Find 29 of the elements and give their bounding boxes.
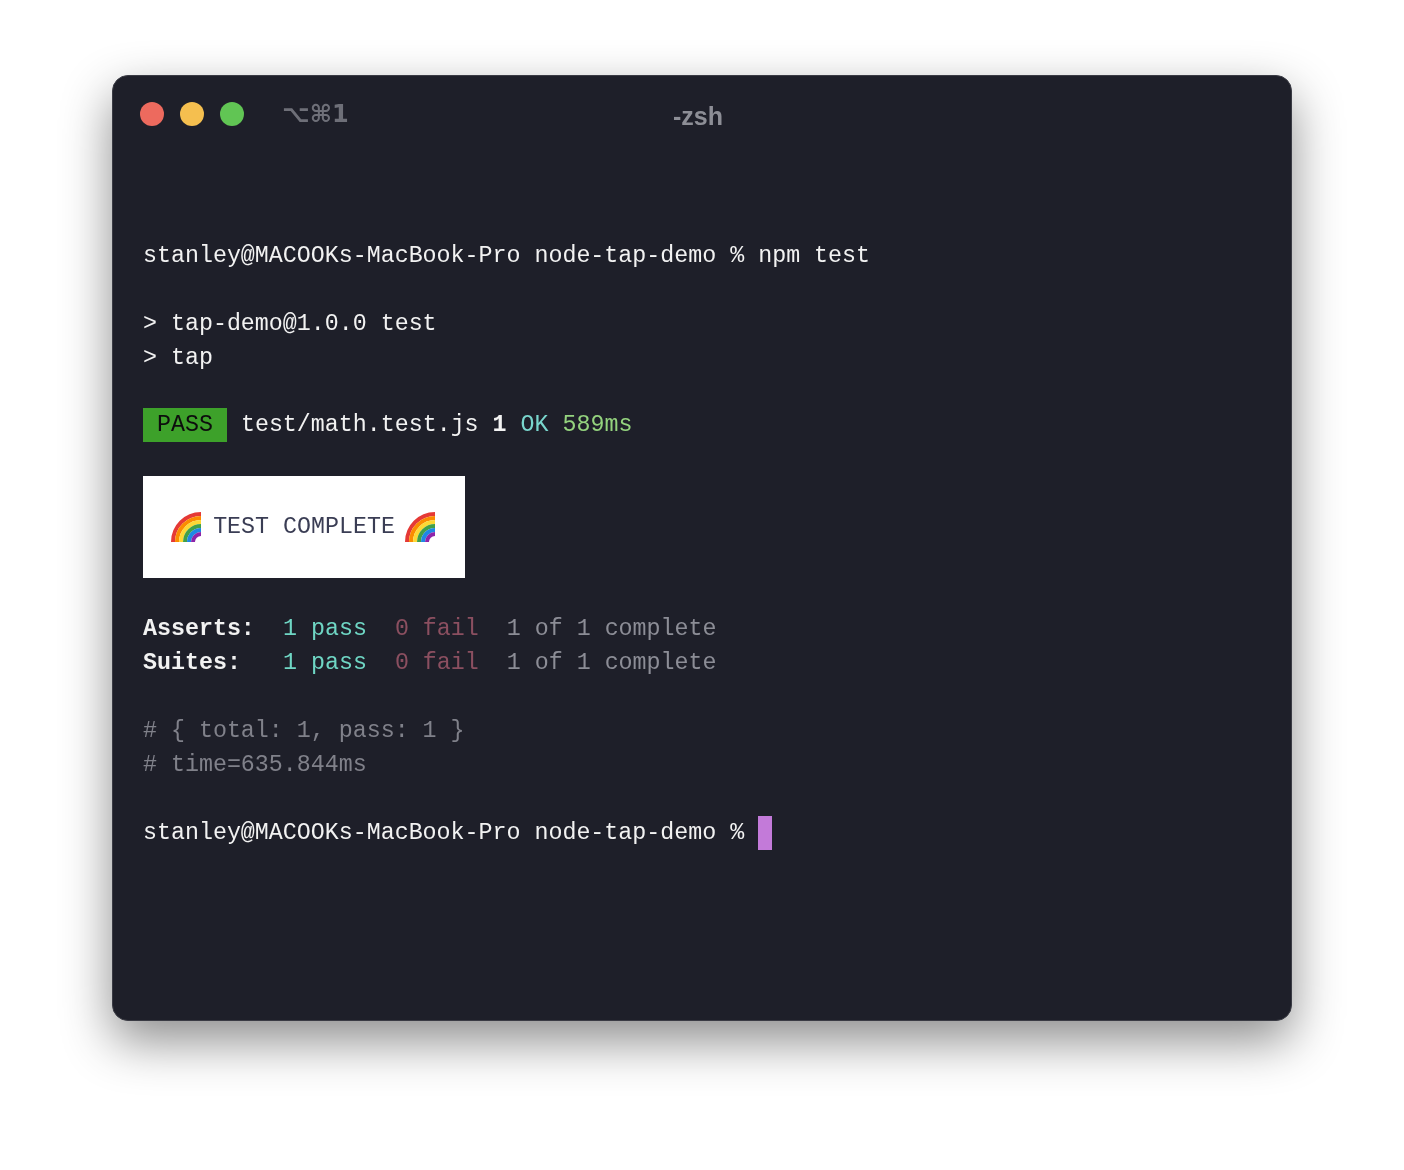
file-path: test/math.test.js <box>240 410 479 440</box>
pass-badge: PASS <box>143 408 227 442</box>
status-text: OK <box>520 410 549 440</box>
summary-label: Suites: <box>143 648 242 678</box>
pass-count: 1 pass <box>283 614 367 644</box>
rainbow-icon <box>171 512 204 542</box>
minimize-button[interactable] <box>180 102 204 126</box>
fail-count: 0 fail <box>394 648 479 678</box>
close-button[interactable] <box>140 102 164 126</box>
banner-text: TEST COMPLETE <box>213 512 395 542</box>
tab-shortcut: ⌥⌘1 <box>282 99 349 130</box>
test-count: 1 <box>492 410 507 440</box>
completion-text: 1 of 1 complete <box>506 648 717 678</box>
output-line: > tap <box>143 343 213 373</box>
prompt-text: stanley@MACOOKs-MacBook-Pro node-tap-demo % <box>143 241 745 271</box>
cursor <box>758 816 773 850</box>
summary-label: Asserts: <box>143 614 256 644</box>
rainbow-icon <box>404 512 437 542</box>
output-line: > tap-demo@1.0.0 test <box>143 309 437 339</box>
prompt-text: stanley@MACOOKs-MacBook-Pro node-tap-demo % <box>143 818 745 848</box>
completion-text: 1 of 1 complete <box>506 614 717 644</box>
maximize-button[interactable] <box>220 102 244 126</box>
command-text: npm test <box>758 241 870 271</box>
duration-text: 589ms <box>562 410 633 440</box>
fail-count: 0 fail <box>394 614 479 644</box>
window-title: -zsh <box>673 101 723 132</box>
comment-line: # { total: 1, pass: 1 } <box>143 716 465 746</box>
pass-count: 1 pass <box>283 648 367 678</box>
comment-line: # time=635.844ms <box>143 750 367 780</box>
